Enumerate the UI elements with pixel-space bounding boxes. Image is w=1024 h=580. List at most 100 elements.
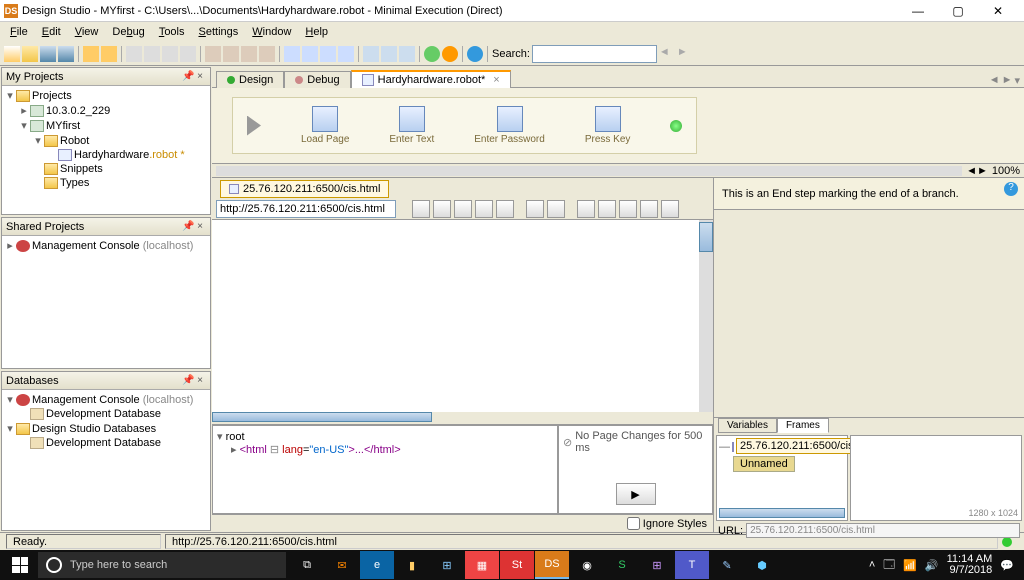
flow-node-press-key[interactable]: Press Key [585,106,631,145]
flow-node-enter-password[interactable]: Enter Password [474,106,545,145]
tool-icon[interactable] [241,46,257,62]
browser-button-icon[interactable] [433,200,451,218]
gear-icon[interactable] [424,46,440,62]
undo-icon[interactable] [83,46,99,62]
pin-icon[interactable]: 📌 [182,71,194,82]
menu-settings[interactable]: Settings [193,24,245,40]
shared-tree[interactable]: ▸Management Console (localhost) [2,236,210,368]
step-icon[interactable] [284,46,300,62]
flow-node-enter-text[interactable]: Enter Text [389,106,434,145]
start-button[interactable] [2,551,38,579]
run-icon[interactable] [381,46,397,62]
taskbar-app-icon[interactable]: e [360,551,394,579]
workflow-canvas[interactable]: Load Page Enter Text Enter Password Pres… [212,88,1024,164]
browser-button-icon[interactable] [475,200,493,218]
databases-tree[interactable]: ▾Management Console (localhost) Developm… [2,390,210,530]
tab-frames[interactable]: Frames [777,418,829,433]
browser-button-icon[interactable] [547,200,565,218]
menu-view[interactable]: View [69,24,105,40]
taskbar-app-icon[interactable]: St [500,551,534,579]
browser-scrollbar[interactable] [699,220,713,412]
open-icon[interactable] [22,46,38,62]
tab-file[interactable]: Hardyhardware.robot*× [351,70,511,88]
taskbar-search[interactable]: Type here to search [38,552,286,578]
browser-button-icon[interactable] [661,200,679,218]
tool-icon[interactable] [223,46,239,62]
frame-url-input[interactable] [746,523,1020,538]
frames-hscrollbar[interactable] [719,508,845,518]
projects-tree[interactable]: ▾Projects ▸10.3.0.2_229 ▾MYfirst ▾Robot … [2,86,210,214]
gear-icon[interactable] [442,46,458,62]
file-explorer-icon[interactable]: ▮ [395,551,429,579]
tool-icon[interactable] [259,46,275,62]
chrome-icon[interactable]: ◉ [570,551,604,579]
tab-variables[interactable]: Variables [718,418,777,433]
url-input[interactable] [216,200,396,218]
taskbar-app-design-studio[interactable]: DS [535,551,569,579]
tool-icon[interactable] [205,46,221,62]
tab-next-icon[interactable]: ► [1002,74,1013,87]
saveall-icon[interactable] [58,46,74,62]
menu-help[interactable]: Help [299,24,334,40]
taskbar-app-icon[interactable]: ⊞ [430,551,464,579]
browser-hscrollbar[interactable] [212,412,432,422]
step-icon[interactable] [320,46,336,62]
new-icon[interactable] [4,46,20,62]
taskbar-app-icon[interactable]: ▦ [465,551,499,579]
flow-scrollbar[interactable] [216,166,962,176]
search-input[interactable] [532,45,657,63]
panel-close-icon[interactable]: × [194,375,206,386]
taskbar-app-icon[interactable]: ✎ [710,551,744,579]
copy-icon[interactable] [144,46,160,62]
zoom-next-icon[interactable]: ► [977,165,988,177]
taskbar-app-icon[interactable]: T [675,551,709,579]
help-icon[interactable]: ? [1004,182,1018,196]
tray-chevron-icon[interactable]: ˄ [869,559,875,571]
panel-close-icon[interactable]: × [194,221,206,232]
tab-list-icon[interactable]: ▾ [1014,74,1020,87]
search-next-icon[interactable]: ► [677,46,693,62]
play-button[interactable]: ▶ [616,483,656,505]
browser-button-icon[interactable] [619,200,637,218]
minimize-button[interactable]: — [904,2,932,20]
tab-design[interactable]: Design [216,71,284,88]
zoom-prev-icon[interactable]: ◄ [966,165,977,177]
maximize-button[interactable]: ▢ [944,2,972,20]
wifi-icon[interactable]: 📶 [903,559,917,572]
browser-button-icon[interactable] [640,200,658,218]
run-icon[interactable] [363,46,379,62]
menu-window[interactable]: Window [246,24,297,40]
pin-icon[interactable]: 📌 [182,221,194,232]
close-button[interactable]: ✕ [984,2,1012,20]
tray-icon[interactable]: 🗔 [883,556,895,575]
browser-button-icon[interactable] [577,200,595,218]
notifications-icon[interactable]: 💬 [1000,559,1014,572]
browser-button-icon[interactable] [496,200,514,218]
ignore-styles-checkbox[interactable] [627,517,640,530]
clock[interactable]: 11:14 AM9/7/2018 [947,554,993,576]
taskbar-app-icon[interactable]: S [605,551,639,579]
tab-debug[interactable]: Debug [284,71,350,88]
flow-start-node[interactable] [247,116,261,136]
menu-tools[interactable]: Tools [153,24,191,40]
menu-edit[interactable]: Edit [36,24,67,40]
redo-icon[interactable] [101,46,117,62]
frames-tree[interactable]: —25.76.120.211:6500/cis.html Unnamed [716,435,848,521]
delete-icon[interactable] [180,46,196,62]
browser-button-icon[interactable] [526,200,544,218]
cut-icon[interactable] [126,46,142,62]
step-icon[interactable] [302,46,318,62]
search-prev-icon[interactable]: ◄ [659,46,675,62]
taskbar-app-icon[interactable]: ✉ [325,551,359,579]
flow-node-load-page[interactable]: Load Page [301,106,349,145]
taskbar-app-icon[interactable]: ⬢ [745,551,779,579]
run-icon[interactable] [399,46,415,62]
browser-button-icon[interactable] [598,200,616,218]
system-tray[interactable]: ˄ 🗔 📶 🔊 11:14 AM9/7/2018 💬 [861,554,1022,576]
paste-icon[interactable] [162,46,178,62]
taskbar-app-icon[interactable]: ⊞ [640,551,674,579]
browser-button-icon[interactable] [454,200,472,218]
save-icon[interactable] [40,46,56,62]
tab-prev-icon[interactable]: ◄ [989,74,1000,87]
menu-debug[interactable]: Debug [106,24,150,40]
